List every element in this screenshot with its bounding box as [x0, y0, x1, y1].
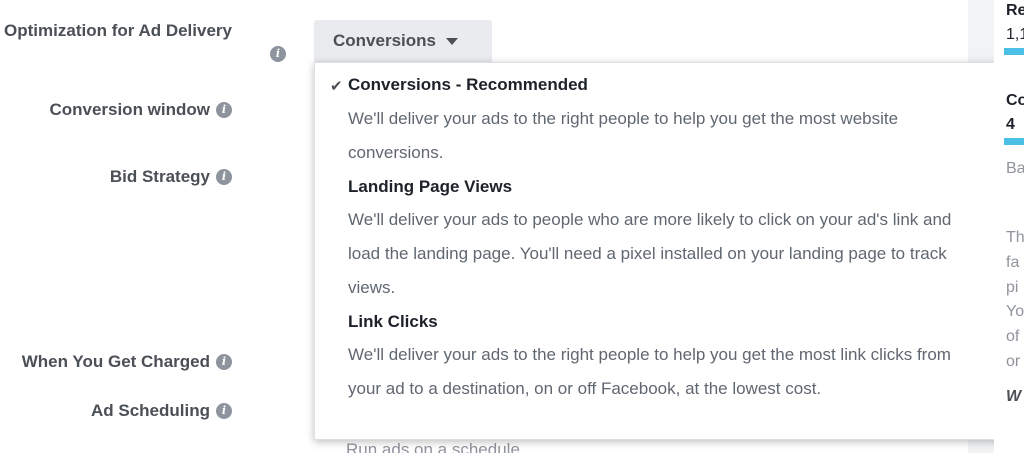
ad-scheduling-label-text: Ad Scheduling — [91, 401, 210, 420]
conversion-window-label: Conversion window i — [49, 100, 232, 120]
side-text-3: fa — [1006, 254, 1020, 271]
when-charged-label-text: When You Get Charged — [21, 352, 210, 371]
side-heading-1: Re — [1006, 2, 1024, 19]
side-heading-2: Co — [1006, 92, 1024, 109]
optimization-dropdown-menu: ✔ Conversions - Recommended We'll delive… — [314, 62, 1008, 440]
audience-summary-panel: Re 1,1 Co 4 Ba Th fa pi Yo of or W — [994, 0, 1024, 453]
bid-strategy-label: Bid Strategy i — [110, 167, 232, 187]
bid-strategy-info-icon[interactable]: i — [216, 169, 232, 185]
caret-down-icon — [445, 37, 458, 45]
side-progress-bar-2 — [1004, 138, 1024, 145]
side-text-6: of — [1006, 328, 1020, 345]
option-description: We'll deliver your ads to the right peop… — [348, 109, 899, 162]
option-title: Link Clicks — [348, 312, 438, 331]
optimization-info-icon[interactable]: i — [270, 46, 286, 62]
option-title: Conversions - Recommended — [348, 75, 588, 94]
side-value-1: 1,1 — [1006, 26, 1024, 43]
side-text-4: pi — [1006, 279, 1019, 296]
when-charged-label: When You Get Charged i — [22, 352, 232, 372]
ad-scheduling-hint: Run ads on a schedule — [346, 440, 520, 453]
side-progress-bar-1 — [1004, 48, 1024, 55]
ad-set-form: Optimization for Ad Delivery i Conversio… — [0, 0, 1008, 453]
option-landing-page-views[interactable]: Landing Page Views We'll deliver your ad… — [315, 175, 1007, 310]
conversion-window-info-icon[interactable]: i — [216, 102, 232, 118]
ad-scheduling-info-icon[interactable]: i — [216, 403, 232, 419]
side-text-5: Yo — [1006, 303, 1024, 320]
option-link-clicks[interactable]: Link Clicks We'll deliver your ads to th… — [315, 310, 1007, 440]
side-value-2: 4 — [1006, 116, 1015, 133]
side-text-1: Ba — [1006, 160, 1024, 177]
optimization-label-text: Optimization for Ad Delivery — [4, 21, 232, 40]
checkmark-icon: ✔ — [330, 78, 343, 95]
side-text-2: Th — [1006, 229, 1024, 246]
optimization-dropdown-button[interactable]: Conversions — [314, 20, 492, 62]
when-charged-info-icon[interactable]: i — [216, 354, 232, 370]
bid-strategy-label-text: Bid Strategy — [109, 167, 210, 186]
dropdown-selected-value: Conversions — [333, 31, 436, 50]
side-link[interactable]: W — [1006, 388, 1021, 406]
ad-scheduling-label: Ad Scheduling i — [91, 401, 232, 421]
side-text-7: or — [1006, 353, 1021, 370]
option-description: We'll deliver your ads to people who are… — [348, 210, 952, 297]
conversion-window-label-text: Conversion window — [49, 100, 210, 119]
option-title: Landing Page Views — [348, 177, 513, 196]
option-conversions[interactable]: ✔ Conversions - Recommended We'll delive… — [315, 63, 1007, 175]
optimization-label: Optimization for Ad Delivery — [4, 21, 232, 41]
option-description: We'll deliver your ads to the right peop… — [348, 345, 951, 398]
